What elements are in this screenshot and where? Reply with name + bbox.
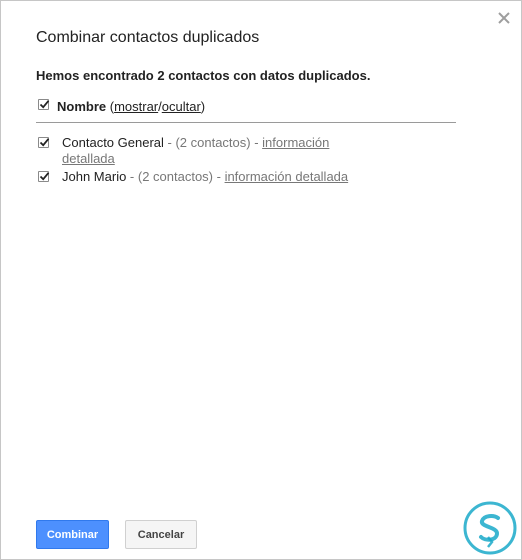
contact-name: Contacto General	[62, 135, 164, 150]
dialog-title: Combinar contactos duplicados	[36, 29, 260, 46]
field-name-text: Nombre (mostrar/ocultar)	[57, 99, 205, 114]
contact-count: - (2 contactos) -	[126, 169, 225, 184]
hide-link[interactable]: ocultar	[162, 99, 201, 114]
watermark-logo-icon	[463, 501, 517, 555]
contact-text: Contacto General - (2 contactos) - infor…	[62, 135, 352, 167]
merge-button[interactable]: Combinar	[36, 520, 109, 549]
show-link[interactable]: mostrar	[114, 99, 158, 114]
detail-link[interactable]: información detallada	[225, 169, 349, 184]
checkmark-icon	[39, 100, 50, 109]
checkmark-icon	[39, 172, 50, 181]
merge-duplicates-dialog: Combinar contactos duplicados Hemos enco…	[0, 0, 522, 560]
field-name-checkbox[interactable]	[38, 99, 50, 110]
cancel-button[interactable]: Cancelar	[125, 520, 197, 549]
field-name-label: Nombre	[57, 99, 107, 114]
duplicates-summary: Hemos encontrado 2 contactos con datos d…	[36, 68, 371, 83]
checkmark-icon	[39, 138, 50, 147]
contact-text: John Mario - (2 contactos) - información…	[62, 169, 422, 185]
contact-count: - (2 contactos) -	[163, 135, 263, 150]
divider	[36, 122, 456, 123]
contact-checkbox[interactable]	[38, 171, 50, 182]
field-name-row: Nombre (mostrar/ocultar)	[36, 97, 456, 115]
close-paren: )	[200, 99, 206, 114]
close-icon[interactable]	[497, 11, 511, 25]
open-paren: (	[106, 99, 115, 114]
contact-checkbox[interactable]	[38, 137, 50, 148]
contact-name: John Mario	[62, 169, 127, 184]
